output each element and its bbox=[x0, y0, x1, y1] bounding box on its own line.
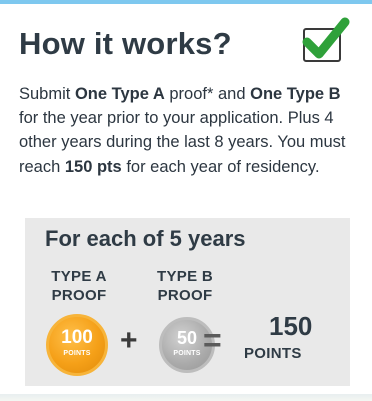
card-bottom-shadow bbox=[0, 394, 372, 401]
type-a-points-badge: 100 POINTS bbox=[46, 314, 108, 376]
type-a-points-unit: POINTS bbox=[63, 350, 91, 357]
equals-sign: = bbox=[203, 322, 222, 358]
type-b-line2: PROOF bbox=[157, 287, 213, 304]
type-a-label: TYPE A PROOF bbox=[47, 267, 111, 305]
type-a-line1: TYPE A bbox=[51, 268, 107, 285]
total-points-value: 150 bbox=[269, 311, 313, 341]
requirements-description: Submit One Type A proof* and One Type B … bbox=[19, 82, 354, 179]
desc-bold-type-a: One Type A bbox=[74, 85, 165, 103]
desc-bold-type-b: One Type B bbox=[250, 85, 341, 103]
checked-box-icon bbox=[302, 17, 350, 59]
desc-bold-points: 150 pts bbox=[64, 157, 122, 176]
panel-title: For each of 5 years bbox=[45, 226, 246, 251]
points-panel: For each of 5 years TYPE A PROOF TYPE B … bbox=[25, 218, 350, 386]
card-heading: How it works? bbox=[19, 26, 232, 61]
type-b-label: TYPE B PROOF bbox=[153, 267, 217, 305]
type-a-line2: PROOF bbox=[51, 287, 107, 304]
plus-sign: + bbox=[120, 324, 138, 357]
desc-text-2: proof* and bbox=[164, 85, 251, 103]
type-b-line1: TYPE B bbox=[157, 268, 213, 285]
type-a-points-value: 100 bbox=[61, 327, 93, 348]
desc-text-4: for each year of residency. bbox=[121, 157, 320, 176]
total-points-unit: POINTS bbox=[244, 345, 302, 362]
how-it-works-card: How it works? Submit One Type A proof* a… bbox=[3, 4, 366, 398]
desc-text-1: Submit bbox=[19, 85, 75, 103]
